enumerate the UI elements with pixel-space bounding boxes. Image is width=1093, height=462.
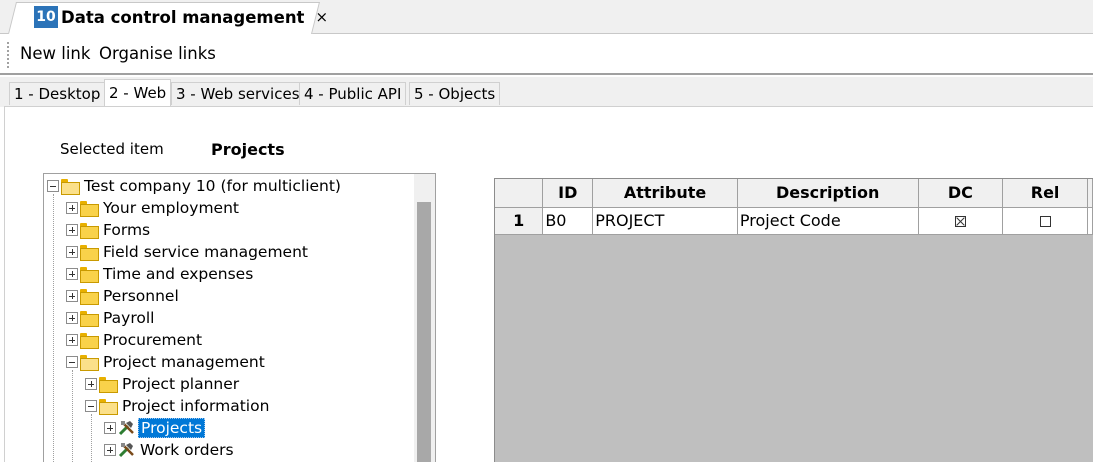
tree-node-selected[interactable]: Projects xyxy=(104,417,206,439)
expand-icon[interactable] xyxy=(66,312,78,324)
tree-node[interactable]: Forms xyxy=(66,219,152,241)
tab-desktop[interactable]: 1 - Desktop xyxy=(9,82,106,105)
tree-node[interactable]: Payroll xyxy=(66,307,156,329)
toolbar: New link Organise links xyxy=(0,35,1093,75)
column-header-rel[interactable]: Rel xyxy=(1002,179,1088,208)
tree-node-label: Field service management xyxy=(103,243,308,261)
tree-node-label: Project information xyxy=(122,397,270,415)
new-link-button[interactable]: New link xyxy=(20,44,90,63)
tree-node[interactable]: Personnel xyxy=(66,285,181,307)
document-tab-title[interactable]: Data control management xyxy=(61,8,304,27)
window-number-badge: 10 xyxy=(34,6,58,28)
tree-node-label: Your employment xyxy=(103,199,239,217)
tree-node-label: Procurement xyxy=(103,331,203,349)
folder-icon xyxy=(80,201,99,217)
expand-icon[interactable] xyxy=(85,378,97,390)
tree-node[interactable]: Project planner xyxy=(85,373,241,395)
window: { "doc_tab": { "badge": "10", "title": "… xyxy=(0,0,1093,462)
toolbar-grip-icon[interactable] xyxy=(6,41,10,69)
tree-node-label: Time and expenses xyxy=(103,265,254,283)
scrollbar-thumb[interactable] xyxy=(417,202,431,462)
column-header-id[interactable]: ID xyxy=(542,179,594,208)
tools-icon xyxy=(118,443,134,458)
tree-view[interactable]: Test company 10 (for multiclient) Your e… xyxy=(43,173,436,462)
tree-node[interactable]: Project management xyxy=(66,351,267,373)
tree-node[interactable]: Your employment xyxy=(66,197,241,219)
row-number: 1 xyxy=(495,207,544,235)
table-row[interactable]: 1 B0 PROJECT Project Code xyxy=(495,207,1093,235)
sub-tab-strip: 1 - Desktop 2 - Web 3 - Web services 4 -… xyxy=(0,77,1093,107)
tree-node[interactable]: Project information xyxy=(85,395,271,417)
tree-connector xyxy=(72,370,73,462)
table-header-row: ID Attribute Description DC Rel xyxy=(495,179,1093,208)
expand-icon[interactable] xyxy=(66,268,78,280)
tree-connector xyxy=(53,194,54,462)
rel-checkbox[interactable] xyxy=(1039,216,1051,227)
tree-scrollbar[interactable] xyxy=(414,174,435,462)
folder-open-icon xyxy=(80,355,99,371)
cell-description[interactable]: Project Code xyxy=(737,207,919,235)
expand-icon[interactable] xyxy=(104,422,116,434)
tab-public-api[interactable]: 4 - Public API xyxy=(299,82,407,105)
tree-node-label: Test company 10 (for multiclient) xyxy=(84,177,341,195)
tools-icon xyxy=(118,421,134,436)
cell-filler xyxy=(1087,207,1093,235)
close-icon[interactable]: × xyxy=(315,8,328,26)
collapse-icon[interactable] xyxy=(47,180,59,192)
organise-links-button[interactable]: Organise links xyxy=(99,44,216,63)
cell-id[interactable]: B0 xyxy=(542,207,594,235)
tree-node[interactable]: Procurement xyxy=(66,329,204,351)
tree-node-label: Personnel xyxy=(103,287,179,305)
folder-icon xyxy=(80,289,99,305)
selected-item-value: Projects xyxy=(211,140,285,159)
tree-node-label: Payroll xyxy=(103,309,155,327)
document-tab-content: 10 Data control management × xyxy=(34,5,328,29)
cell-attribute[interactable]: PROJECT xyxy=(592,207,738,235)
expand-icon[interactable] xyxy=(104,444,116,456)
tree-node-label: Project management xyxy=(103,353,265,371)
expand-icon[interactable] xyxy=(66,202,78,214)
column-header-filler xyxy=(1087,179,1093,208)
document-tab-strip: 10 Data control management × xyxy=(0,0,1093,34)
tree-node-label: Work orders xyxy=(140,441,234,459)
tree-connector xyxy=(91,414,92,462)
cell-dc[interactable] xyxy=(918,207,1004,235)
folder-icon xyxy=(80,267,99,283)
collapse-icon[interactable] xyxy=(85,400,97,412)
expand-icon[interactable] xyxy=(66,334,78,346)
cell-rel[interactable] xyxy=(1002,207,1088,235)
tree-node[interactable]: Time and expenses xyxy=(66,263,255,285)
tree-node[interactable]: Field service management xyxy=(66,241,310,263)
selected-item-label: Selected item xyxy=(60,140,164,158)
attribute-table: ID Attribute Description DC Rel 1 B0 PRO… xyxy=(495,179,1093,235)
folder-icon xyxy=(80,223,99,239)
collapse-icon[interactable] xyxy=(66,356,78,368)
expand-icon[interactable] xyxy=(66,246,78,258)
column-header-description[interactable]: Description xyxy=(737,179,919,208)
tree-node-label: Project planner xyxy=(122,375,240,393)
tree-node-label: Projects xyxy=(138,418,206,438)
tree-node-root[interactable]: Test company 10 (for multiclient) xyxy=(47,175,343,197)
folder-icon xyxy=(80,333,99,349)
folder-icon xyxy=(99,377,118,393)
folder-icon xyxy=(80,311,99,327)
column-header-attribute[interactable]: Attribute xyxy=(592,179,738,208)
tab-web-services[interactable]: 3 - Web services xyxy=(171,82,305,105)
expand-icon[interactable] xyxy=(66,290,78,302)
row-number-header xyxy=(495,179,544,208)
dc-checkbox[interactable] xyxy=(954,216,966,227)
tree-node[interactable]: Work orders xyxy=(104,439,236,461)
tab-web[interactable]: 2 - Web xyxy=(104,79,172,106)
folder-open-icon xyxy=(99,399,118,415)
tab-objects[interactable]: 5 - Objects xyxy=(409,82,501,105)
tree-node-label: Forms xyxy=(103,221,151,239)
folder-icon xyxy=(80,245,99,261)
column-header-dc[interactable]: DC xyxy=(918,179,1004,208)
attribute-grid: ID Attribute Description DC Rel 1 B0 PRO… xyxy=(494,178,1093,462)
folder-open-icon xyxy=(61,179,80,195)
expand-icon[interactable] xyxy=(66,224,78,236)
